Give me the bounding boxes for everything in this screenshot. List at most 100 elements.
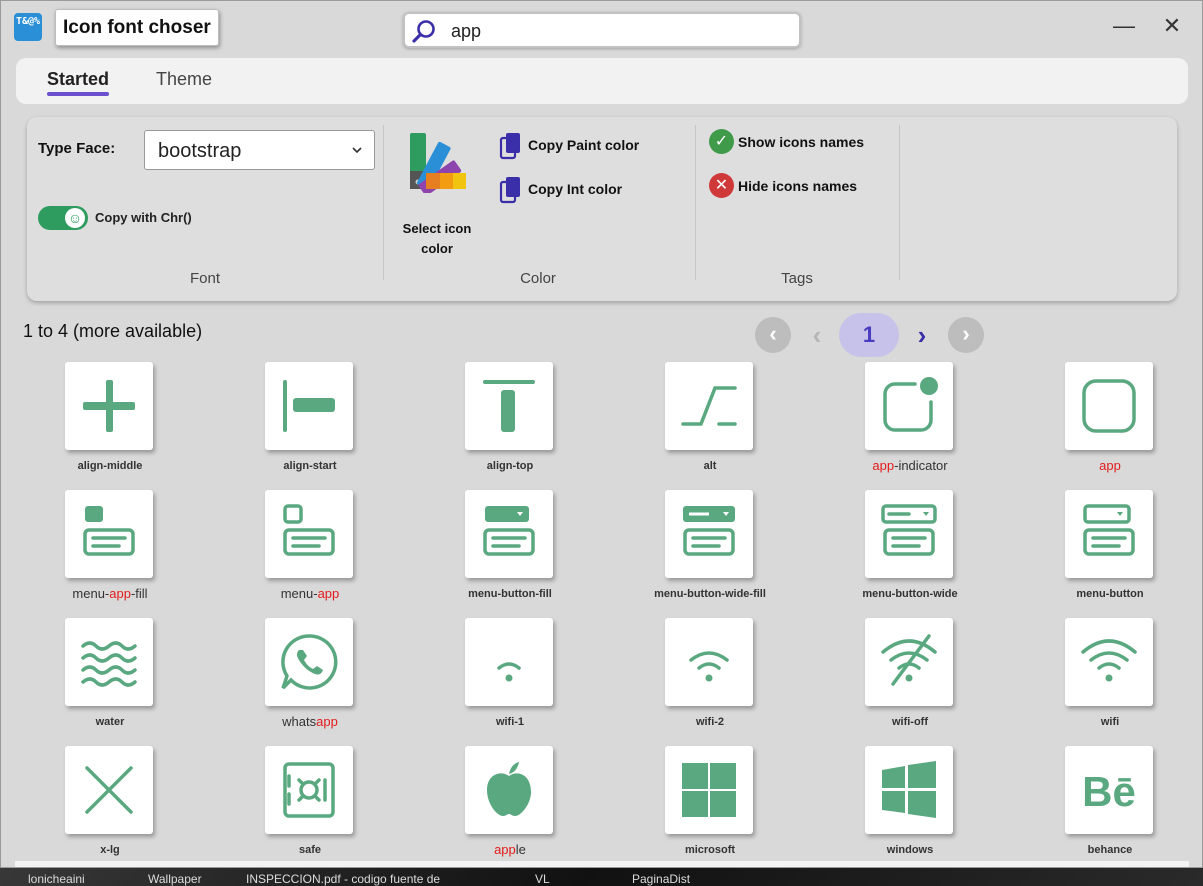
icon-tile[interactable] bbox=[265, 490, 353, 578]
icon-name-label: microsoft bbox=[684, 844, 736, 856]
icon-cell-align-top[interactable]: align-top bbox=[415, 358, 615, 486]
typeface-select[interactable]: bootstrap bbox=[144, 130, 375, 170]
tab-theme[interactable]: Theme bbox=[156, 69, 212, 90]
icon-tile[interactable] bbox=[665, 362, 753, 450]
icon-tile[interactable] bbox=[265, 618, 353, 706]
icon-name-label: align-middle bbox=[77, 460, 143, 472]
current-page[interactable]: 1 bbox=[839, 313, 899, 357]
icon-cell-menu-button-fill[interactable]: menu-button-fill bbox=[415, 486, 615, 614]
icon-tile[interactable] bbox=[665, 490, 753, 578]
icon-name-label: app bbox=[1099, 458, 1121, 473]
icon-tile[interactable] bbox=[665, 746, 753, 834]
safe-icon bbox=[283, 762, 335, 818]
icon-cell-wifi[interactable]: wifi bbox=[1015, 614, 1202, 742]
icon-tile[interactable] bbox=[65, 618, 153, 706]
icon-cell-alt[interactable]: alt bbox=[615, 358, 815, 486]
icon-cell-x-lg[interactable]: x-lg bbox=[15, 742, 215, 867]
icon-cell-windows[interactable]: windows bbox=[815, 742, 1015, 867]
icon-name-label: safe bbox=[298, 844, 322, 856]
search-box[interactable] bbox=[403, 12, 801, 48]
wifi-off-icon bbox=[881, 634, 937, 686]
icon-cell-menu-app-fill[interactable]: menu-app-fill bbox=[15, 486, 215, 614]
icon-cell-app[interactable]: app bbox=[1015, 358, 1202, 486]
menu-app-fill-icon bbox=[83, 506, 135, 556]
x-circle-icon: ✕ bbox=[709, 173, 734, 198]
icon-cell-wifi-1[interactable]: wifi-1 bbox=[415, 614, 615, 742]
icon-tile[interactable] bbox=[865, 362, 953, 450]
icon-tile[interactable] bbox=[265, 362, 353, 450]
taskbar-item[interactable]: PaginaDist bbox=[632, 872, 690, 886]
copy-paint-color-label: Copy Paint color bbox=[528, 137, 640, 153]
app-logo-icon: T&@% bbox=[14, 13, 42, 41]
icon-tile[interactable] bbox=[865, 746, 953, 834]
icon-cell-wifi-2[interactable]: wifi-2 bbox=[615, 614, 815, 742]
last-page-icon[interactable]: › bbox=[948, 317, 984, 353]
icon-tile[interactable] bbox=[665, 618, 753, 706]
color-palette-icon bbox=[410, 133, 466, 193]
icon-tile[interactable] bbox=[1065, 618, 1153, 706]
wifi-1-icon bbox=[497, 662, 521, 682]
icon-tile[interactable] bbox=[465, 618, 553, 706]
window-title: Icon font choser bbox=[55, 9, 219, 46]
icon-tile[interactable] bbox=[1065, 490, 1153, 578]
align-start-icon bbox=[283, 380, 335, 432]
smiley-icon: ☺ bbox=[65, 208, 85, 228]
icon-tile[interactable] bbox=[65, 362, 153, 450]
behance-icon: Bē bbox=[1082, 768, 1136, 815]
icon-name-label: menu-app-fill bbox=[72, 586, 148, 601]
icon-name-label: wifi-2 bbox=[695, 716, 725, 728]
icon-tile[interactable] bbox=[265, 746, 353, 834]
icon-cell-apple[interactable]: apple bbox=[415, 742, 615, 867]
icon-tile[interactable] bbox=[1065, 362, 1153, 450]
first-page-icon[interactable]: ‹ bbox=[755, 317, 791, 353]
icon-cell-menu-button-wide[interactable]: menu-button-wide bbox=[815, 486, 1015, 614]
icon-cell-safe[interactable]: safe bbox=[215, 742, 415, 867]
icon-name-label: wifi-1 bbox=[495, 716, 525, 728]
copy-chr-toggle[interactable]: ☺ bbox=[38, 206, 88, 230]
icon-name-label: alt bbox=[703, 460, 717, 472]
wifi-icon bbox=[1081, 639, 1137, 682]
tab-started[interactable]: Started bbox=[47, 69, 110, 96]
next-page-icon[interactable]: › bbox=[907, 317, 937, 353]
show-icons-names-label: Show icons names bbox=[738, 134, 865, 150]
taskbar-item[interactable]: Wallpaper bbox=[148, 872, 202, 886]
copy-icon bbox=[499, 133, 520, 160]
icon-name-label: x-lg bbox=[100, 844, 120, 856]
taskbar-item[interactable]: VL bbox=[535, 872, 550, 886]
icon-tile[interactable]: Bē bbox=[1065, 746, 1153, 834]
icon-tile[interactable] bbox=[465, 490, 553, 578]
select-icon-color-button[interactable]: Select icon color bbox=[398, 131, 476, 256]
icon-name-label: apple bbox=[494, 842, 526, 857]
menu-app-icon bbox=[283, 504, 335, 556]
group-separator bbox=[899, 125, 900, 280]
taskbar-item[interactable]: INSPECCION.pdf - codigo fuente de bbox=[246, 872, 440, 886]
icon-cell-align-start[interactable]: align-start bbox=[215, 358, 415, 486]
prev-page-icon[interactable]: ‹ bbox=[802, 317, 832, 353]
icon-cell-behance[interactable]: Bē behance bbox=[1015, 742, 1202, 867]
search-input[interactable] bbox=[451, 18, 791, 44]
icon-cell-whatsapp[interactable]: whatsapp bbox=[215, 614, 415, 742]
icon-tile[interactable] bbox=[865, 490, 953, 578]
taskbar-item[interactable]: lonicheaini bbox=[28, 872, 85, 886]
icon-tile[interactable] bbox=[465, 362, 553, 450]
horizontal-scrollbar[interactable] bbox=[15, 861, 1189, 867]
icon-tile[interactable] bbox=[65, 490, 153, 578]
icon-cell-water[interactable]: water bbox=[15, 614, 215, 742]
minimize-button[interactable]: — bbox=[1109, 11, 1139, 41]
icon-cell-align-middle[interactable]: align-middle bbox=[15, 358, 215, 486]
icon-cell-wifi-off[interactable]: wifi-off bbox=[815, 614, 1015, 742]
icon-name-label: wifi-off bbox=[891, 716, 929, 728]
icon-tile[interactable] bbox=[865, 618, 953, 706]
icon-cell-menu-button[interactable]: menu-button bbox=[1015, 486, 1202, 614]
whatsapp-icon bbox=[281, 634, 338, 690]
icon-cell-menu-button-wide-fill[interactable]: menu-button-wide-fill bbox=[615, 486, 815, 614]
tab-bar: Started Theme bbox=[16, 58, 1188, 104]
icon-cell-microsoft[interactable]: microsoft bbox=[615, 742, 815, 867]
close-button[interactable]: ✕ bbox=[1157, 11, 1187, 41]
icon-tile[interactable] bbox=[65, 746, 153, 834]
icon-cell-menu-app[interactable]: menu-app bbox=[215, 486, 415, 614]
menu-button-icon bbox=[1083, 504, 1135, 556]
group-separator bbox=[695, 125, 696, 280]
icon-tile[interactable] bbox=[465, 746, 553, 834]
icon-cell-app-indicator[interactable]: app-indicator bbox=[815, 358, 1015, 486]
